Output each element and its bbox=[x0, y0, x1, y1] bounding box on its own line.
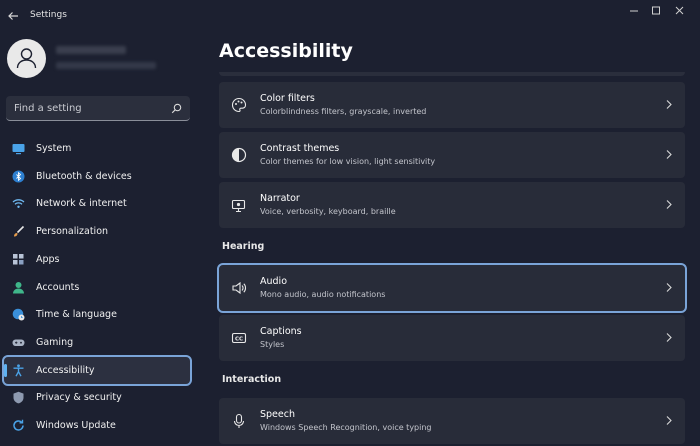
person-icon bbox=[16, 48, 37, 69]
brush-icon bbox=[14, 225, 25, 237]
card-title: Contrast themes bbox=[260, 143, 340, 154]
card-subtitle: Windows Speech Recognition, voice typing bbox=[260, 423, 432, 432]
user-name-blurred bbox=[56, 46, 126, 54]
sidebar-item-label: System bbox=[36, 143, 72, 154]
app-title: Settings bbox=[30, 10, 67, 20]
card-subtitle: Voice, verbosity, keyboard, braille bbox=[260, 207, 396, 216]
gamepad-icon bbox=[12, 339, 25, 346]
sidebar-item-windows-update[interactable]: Windows Update bbox=[4, 412, 190, 439]
card-title: Captions bbox=[260, 326, 302, 337]
setting-card-narrator[interactable]: Narrator Voice, verbosity, keyboard, bra… bbox=[219, 182, 685, 228]
main-content: Accessibility Color filters Colorblindne… bbox=[208, 32, 700, 446]
narrator-icon bbox=[231, 199, 246, 213]
bluetooth-icon bbox=[12, 170, 25, 183]
sidebar-item-bluetooth[interactable]: Bluetooth & devices bbox=[4, 163, 190, 190]
card-title: Narrator bbox=[260, 193, 300, 204]
card-title: Color filters bbox=[260, 93, 315, 104]
sidebar-item-label: Personalization bbox=[36, 226, 109, 237]
chevron-right-icon bbox=[666, 200, 672, 209]
chevron-right-icon bbox=[666, 333, 672, 342]
person-icon bbox=[13, 282, 24, 294]
search-icon[interactable] bbox=[171, 103, 182, 114]
globe-clock-icon bbox=[12, 308, 25, 321]
active-indicator bbox=[4, 364, 7, 377]
setting-card-captions[interactable]: CC Captions Styles bbox=[219, 315, 685, 361]
minimize-icon[interactable] bbox=[624, 4, 644, 18]
svg-text:CC: CC bbox=[235, 337, 243, 343]
sidebar-item-label: Bluetooth & devices bbox=[36, 171, 132, 182]
avatar[interactable] bbox=[7, 39, 46, 78]
microphone-icon bbox=[233, 413, 245, 428]
card-title: Speech bbox=[260, 409, 295, 420]
sidebar-item-label: Time & language bbox=[36, 309, 117, 320]
card-title: Audio bbox=[260, 276, 288, 287]
sidebar-item-time-language[interactable]: Time & language bbox=[4, 301, 190, 328]
setting-card-color-filters[interactable]: Color filters Colorblindness filters, gr… bbox=[219, 82, 685, 128]
sidebar-item-network[interactable]: Network & internet bbox=[4, 190, 190, 217]
contrast-icon bbox=[231, 147, 247, 163]
sidebar-item-gaming[interactable]: Gaming bbox=[4, 329, 190, 356]
sidebar-item-accounts[interactable]: Accounts bbox=[4, 274, 190, 301]
section-label-hearing: Hearing bbox=[222, 241, 265, 252]
scrolled-card-edge bbox=[219, 72, 685, 76]
back-arrow-icon[interactable] bbox=[6, 9, 20, 23]
sidebar-item-label: Windows Update bbox=[36, 420, 116, 431]
setting-card-speech[interactable]: Speech Windows Speech Recognition, voice… bbox=[219, 398, 685, 444]
sidebar-item-label: Accounts bbox=[36, 282, 80, 293]
title-bar: Settings bbox=[0, 0, 700, 32]
search-placeholder: Find a setting bbox=[14, 103, 82, 114]
chevron-right-icon bbox=[666, 100, 672, 109]
setting-card-audio[interactable]: Audio Mono audio, audio notifications bbox=[217, 263, 687, 313]
card-subtitle: Color themes for low vision, light sensi… bbox=[260, 157, 436, 166]
sidebar: Find a setting System Bluetooth & device… bbox=[0, 32, 208, 446]
sidebar-item-label: Accessibility bbox=[36, 365, 95, 376]
update-icon bbox=[13, 419, 24, 431]
accessibility-icon bbox=[13, 364, 24, 377]
chevron-right-icon bbox=[666, 283, 672, 292]
shield-icon bbox=[13, 391, 24, 404]
chevron-right-icon bbox=[666, 150, 672, 159]
sidebar-item-personalization[interactable]: Personalization bbox=[4, 218, 190, 245]
page-title: Accessibility bbox=[219, 40, 353, 62]
sidebar-item-label: Gaming bbox=[36, 337, 74, 348]
palette-icon bbox=[231, 97, 247, 113]
speaker-icon bbox=[232, 281, 246, 295]
section-label-interaction: Interaction bbox=[222, 374, 282, 385]
monitor-icon bbox=[12, 144, 25, 155]
chevron-right-icon bbox=[666, 416, 672, 425]
sidebar-item-label: Privacy & security bbox=[36, 392, 122, 403]
maximize-icon[interactable] bbox=[646, 4, 666, 18]
card-subtitle: Mono audio, audio notifications bbox=[260, 290, 386, 299]
sidebar-item-accessibility[interactable]: Accessibility bbox=[2, 355, 192, 386]
captions-icon: CC bbox=[231, 332, 247, 344]
sidebar-item-apps[interactable]: Apps bbox=[4, 246, 190, 273]
sidebar-item-label: Apps bbox=[36, 254, 60, 265]
card-subtitle: Colorblindness filters, grayscale, inver… bbox=[260, 107, 427, 116]
apps-icon bbox=[13, 254, 24, 265]
card-subtitle: Styles bbox=[260, 340, 285, 349]
search-input[interactable]: Find a setting bbox=[6, 96, 190, 121]
setting-card-contrast-themes[interactable]: Contrast themes Color themes for low vis… bbox=[219, 132, 685, 178]
wifi-icon bbox=[12, 199, 25, 208]
close-icon[interactable] bbox=[670, 4, 690, 18]
sidebar-item-system[interactable]: System bbox=[4, 135, 190, 162]
sidebar-item-privacy-security[interactable]: Privacy & security bbox=[4, 384, 190, 411]
user-email-blurred bbox=[56, 62, 156, 69]
sidebar-item-label: Network & internet bbox=[36, 198, 127, 209]
